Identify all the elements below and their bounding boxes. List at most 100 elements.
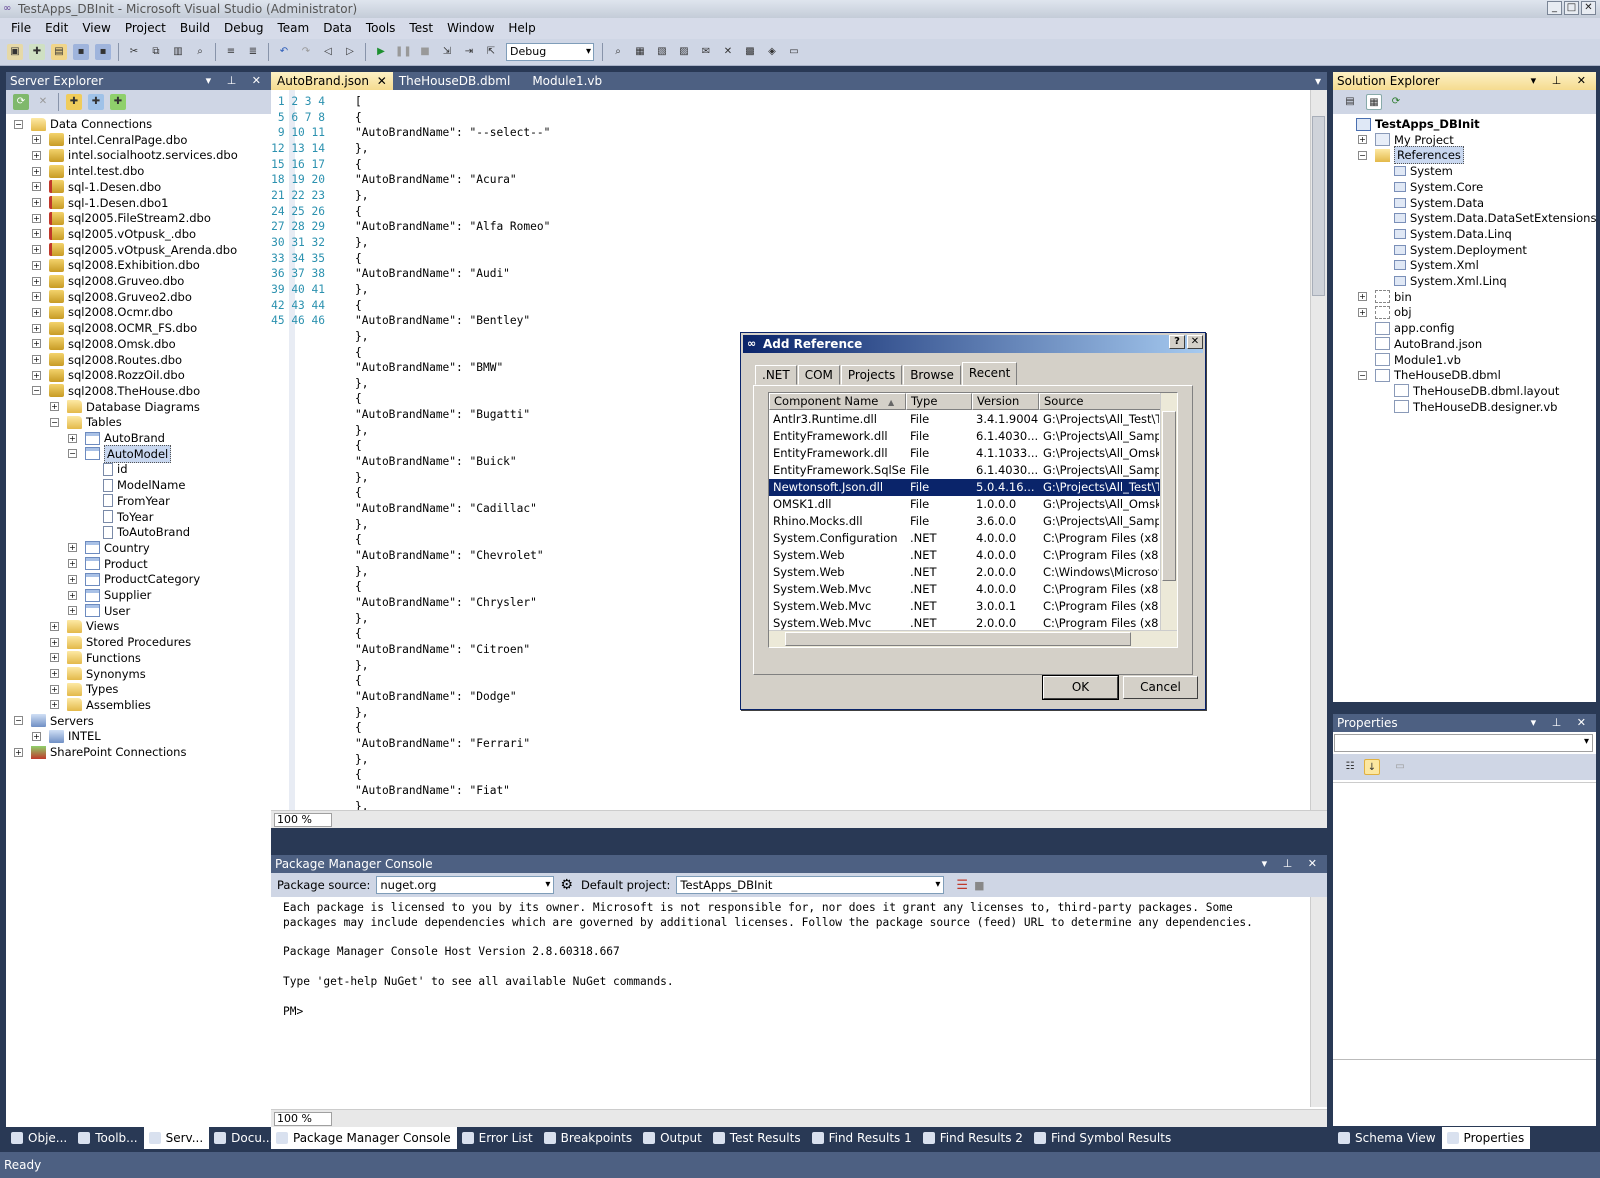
save-icon[interactable]: ▪ [73, 44, 89, 60]
solution-node[interactable]: System.Xml.Linq [1377, 273, 1507, 289]
solution-explorer-icon[interactable]: ▦ [632, 44, 648, 60]
tree-node[interactable]: + Stored Procedures [50, 634, 191, 650]
expand-icon[interactable]: + [32, 276, 41, 286]
collapse-icon[interactable]: − [14, 119, 23, 129]
tree-node[interactable]: + sql2008.Gruveo.dbo [32, 273, 184, 289]
settings-gear-icon[interactable]: ⚙ [560, 877, 573, 893]
expand-icon[interactable]: + [32, 731, 41, 741]
expand-icon[interactable]: + [32, 198, 41, 207]
tree-node[interactable]: + sql2008.OCMR_FS.dbo [32, 320, 197, 336]
solution-node[interactable]: System.Data.DataSetExtensions [1377, 210, 1596, 226]
tool-tab-breakpoints[interactable]: Breakpoints [539, 1127, 638, 1149]
tree-node[interactable]: + sql-1.Desen.dbo1 [32, 195, 169, 211]
solution-node[interactable]: System.Xml [1377, 257, 1479, 273]
solution-node[interactable]: TheHouseDB.dbml.layout [1377, 383, 1559, 399]
tab-thehousedb-dbml[interactable]: TheHouseDB.dbml [393, 72, 516, 90]
tab-autobrand-json[interactable]: AutoBrand.json ✕ [271, 72, 393, 90]
expand-icon[interactable]: + [32, 355, 41, 364]
solution-node[interactable]: + My Project [1358, 132, 1454, 148]
expand-icon[interactable]: + [32, 229, 41, 239]
solution-configuration-select[interactable]: Debug [506, 43, 594, 61]
reference-row[interactable]: System.Web.Mvc .NET 3.0.0.1 C:\Program File… [769, 598, 1161, 615]
collapse-icon[interactable]: − [1358, 150, 1367, 160]
tree-node[interactable]: − Servers [14, 713, 94, 729]
reference-row[interactable]: Antlr3.Runtime.dll File 3.4.1.9004 G:\Proje… [769, 411, 1161, 428]
reference-row[interactable]: System.Web.Mvc .NET 4.0.0.0 C:\Program File… [769, 581, 1161, 598]
help-button[interactable]: ? [1169, 335, 1185, 349]
close-button[interactable]: ✕ [1581, 1, 1596, 15]
dialog-tab-browse[interactable]: Browse [903, 365, 961, 385]
menu-debug[interactable]: Debug [217, 18, 270, 39]
menu-tools[interactable]: Tools [359, 18, 403, 39]
collapse-icon[interactable]: − [32, 386, 41, 396]
expand-icon[interactable]: + [50, 653, 59, 663]
dialog-tab-com[interactable]: COM [797, 365, 840, 385]
connect-to-database-icon[interactable]: ✚ [66, 94, 82, 110]
expand-icon[interactable]: + [32, 323, 41, 333]
expand-icon[interactable]: + [32, 166, 41, 176]
solution-node[interactable]: + obj [1358, 304, 1412, 320]
extension-manager-icon[interactable]: ▩ [742, 44, 758, 60]
reference-row[interactable]: System.Configuration .NET 4.0.0.0 C:\Progra… [769, 530, 1161, 547]
tree-node[interactable]: − AutoModel [68, 444, 172, 463]
tree-node[interactable]: + INTEL [32, 728, 101, 744]
column-header-version[interactable]: Version [972, 393, 1039, 410]
tree-node[interactable]: + sql2008.Exhibition.dbo [32, 257, 200, 273]
command-window-icon[interactable]: ▭ [786, 44, 802, 60]
solution-node[interactable]: + bin [1358, 289, 1412, 305]
paste-icon[interactable]: ▥ [170, 44, 186, 60]
comment-icon[interactable]: ≡ [223, 44, 239, 60]
tree-node[interactable]: + User [68, 603, 130, 619]
console-zoom-select[interactable]: 100 % [274, 1112, 332, 1126]
refresh-icon[interactable]: ⟳ [13, 94, 29, 110]
pane-controls-icon[interactable]: ▾ ⊥ ✕ [206, 72, 267, 90]
expand-icon[interactable]: + [50, 684, 59, 694]
menu-data[interactable]: Data [316, 18, 359, 39]
tree-node[interactable]: + sql2005.FileStream2.dbo [32, 210, 211, 226]
solution-node[interactable]: − TheHouseDB.dbml [1358, 367, 1501, 383]
tool-tab-find-results-1[interactable]: Find Results 1 [807, 1127, 918, 1149]
tree-node[interactable]: + Database Diagrams [50, 399, 200, 415]
tree-node[interactable]: + intel.test.dbo [32, 163, 144, 179]
solution-node[interactable]: Module1.vb [1358, 352, 1461, 368]
properties-object-select[interactable]: ▾ [1334, 734, 1593, 752]
navigate-back-icon[interactable]: ◁ [320, 44, 336, 60]
collapse-icon[interactable]: − [68, 449, 77, 459]
tool-tab-error-list[interactable]: Error List [457, 1127, 539, 1149]
expand-icon[interactable]: + [32, 213, 41, 223]
reference-row[interactable]: OMSK1.dll File 1.0.0.0 G:\Projects\All_Omsk… [769, 496, 1161, 513]
collapse-icon[interactable]: − [50, 417, 59, 427]
scroll-thumb[interactable] [785, 632, 1131, 646]
expand-icon[interactable]: + [1358, 307, 1367, 317]
new-project-icon[interactable]: ▣ [7, 44, 23, 60]
find-icon[interactable]: ⌕ [192, 44, 208, 60]
tree-node[interactable]: + Functions [50, 650, 141, 666]
tree-node[interactable]: + Assemblies [50, 697, 151, 713]
expand-icon[interactable]: + [50, 700, 59, 710]
tool-tab-properties[interactable]: Properties [1441, 1127, 1531, 1149]
column-header-component-name[interactable]: Component Name ▲ [769, 393, 906, 410]
expand-icon[interactable]: + [32, 370, 41, 380]
reference-list[interactable]: Component Name ▲ Type Version Source Ant… [768, 392, 1178, 648]
tree-node[interactable]: + sql2008.Gruveo2.dbo [32, 289, 192, 305]
start-debugging-icon[interactable]: ▶ [373, 44, 389, 60]
alphabetical-icon[interactable]: ↓ [1364, 759, 1380, 775]
expand-icon[interactable]: + [50, 621, 59, 631]
properties-window-icon[interactable]: ▧ [654, 44, 670, 60]
tools-icon[interactable]: ✕ [720, 44, 736, 60]
step-over-icon[interactable]: ⇥ [461, 44, 477, 60]
solution-node[interactable]: System [1377, 163, 1453, 179]
tool-tab-test-results[interactable]: Test Results [708, 1127, 807, 1149]
editor-horizontal-scrollbar[interactable]: 100 % [271, 810, 1327, 828]
expand-icon[interactable]: + [68, 590, 77, 600]
stop-command-icon[interactable]: ■ [974, 879, 984, 892]
package-source-select[interactable]: nuget.org [376, 876, 555, 894]
maximize-button[interactable]: □ [1564, 1, 1579, 15]
menu-test[interactable]: Test [402, 18, 440, 39]
menu-view[interactable]: View [75, 18, 117, 39]
expand-icon[interactable]: + [32, 245, 41, 255]
tree-node[interactable]: id [86, 461, 128, 477]
expand-icon[interactable]: + [32, 260, 41, 270]
dialog-tab-recent[interactable]: Recent [961, 362, 1018, 385]
tree-node[interactable]: + sql2008.Omsk.dbo [32, 336, 176, 352]
